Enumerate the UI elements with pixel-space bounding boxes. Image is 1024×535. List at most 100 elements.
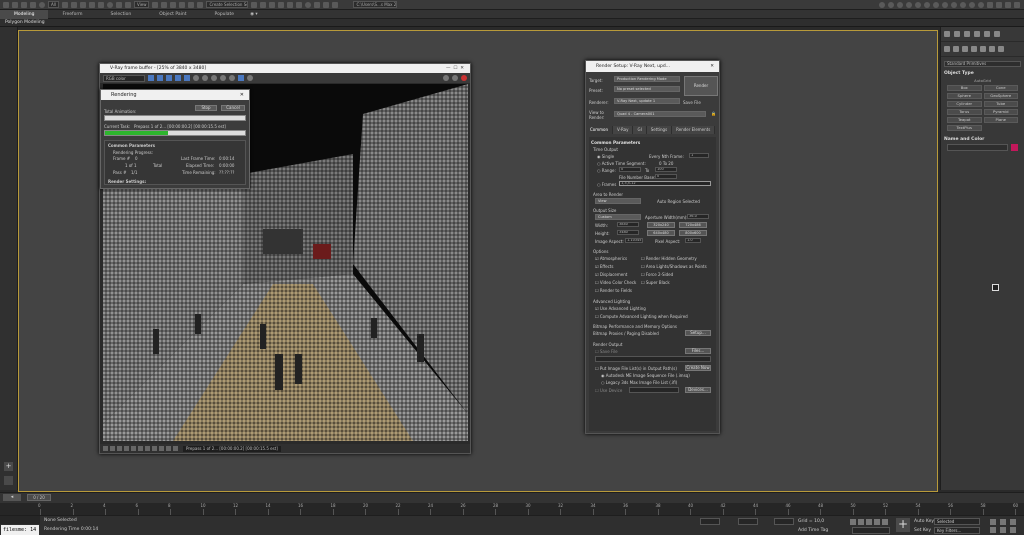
window-crossing-icon[interactable] (88, 1, 95, 8)
helpers-icon[interactable] (980, 46, 986, 52)
save-file-output-checkbox[interactable]: ☐ Save File (595, 349, 618, 354)
motion-tab-icon[interactable] (974, 31, 980, 37)
auto-key-button[interactable]: Auto Key (914, 519, 934, 524)
prev-frame-icon[interactable]: ◂ (3, 494, 21, 501)
use-device-checkbox[interactable]: ☐ Use Device (595, 388, 622, 393)
width-field[interactable]: 3840 (617, 222, 639, 227)
polygon-modeling-label[interactable]: Polygon Modeling (5, 20, 45, 25)
area-dropdown[interactable]: View (595, 198, 641, 204)
play-icon[interactable] (866, 519, 872, 525)
put-image-file-list-checkbox[interactable]: ☐ Put Image File List(s) in Output Path(… (595, 366, 677, 371)
vfb-window-controls[interactable]: — ☐ ✕ (446, 64, 464, 73)
vray-env-icon[interactable] (996, 1, 1002, 8)
every-nth-field[interactable]: 1 (689, 153, 709, 158)
render-settings-label[interactable]: Render Settings: (108, 179, 146, 184)
tab-vray[interactable]: V-Ray (613, 126, 634, 134)
displacement-checkbox[interactable]: ☑ Displacement (595, 272, 627, 277)
save-file-checkbox[interactable]: Save File (683, 100, 701, 105)
spacewarps-icon[interactable] (989, 46, 995, 52)
goto-start-icon[interactable] (850, 519, 856, 525)
range-from-field[interactable]: 0 (619, 167, 641, 172)
next-key-icon[interactable] (874, 519, 880, 525)
rotate-icon[interactable] (106, 1, 113, 8)
atmospherics-checkbox[interactable]: ☑ Atmospherics (595, 256, 627, 261)
stop-button[interactable]: Stop (195, 105, 217, 111)
effects-checkbox[interactable]: ☑ Effects (595, 264, 613, 269)
vray-sun-icon[interactable] (888, 1, 894, 8)
layer-filter-dropdown[interactable]: All (48, 1, 59, 8)
goto-end-icon[interactable] (882, 519, 888, 525)
primitive-category-dropdown[interactable]: Standard Primitives (944, 61, 1021, 67)
fov-icon[interactable] (990, 527, 996, 533)
object-type-button[interactable]: Teapot (947, 117, 982, 123)
vray-mesh-icon[interactable] (951, 1, 957, 8)
super-black-checkbox[interactable]: ☐ Super Black (641, 280, 670, 285)
autodesk-imsq-radio[interactable]: ◉ Autodesk ME Image Sequence File (.imsq… (601, 373, 690, 378)
vfb-render-icon[interactable] (238, 75, 244, 81)
move-icon[interactable] (97, 1, 104, 8)
vray-fb-icon[interactable] (969, 1, 975, 8)
target-dropdown[interactable]: Production Rendering Mode (614, 76, 680, 82)
devices-button[interactable]: Devices... (685, 387, 711, 393)
vfb-blue-channel-icon[interactable] (184, 75, 190, 81)
vfb-status-icon-2[interactable] (110, 446, 115, 451)
render-to-fields-checkbox[interactable]: ☐ Render to Fields (595, 288, 632, 293)
vray-light-icon[interactable] (879, 1, 885, 8)
layer-explorer-icon[interactable] (269, 1, 276, 8)
render-setup-icon[interactable] (314, 1, 321, 8)
time-slider[interactable]: 0 / 20 (27, 494, 51, 501)
snap-icon[interactable] (161, 1, 168, 8)
aperture-field[interactable]: 36.0 (687, 214, 709, 219)
select-object-icon[interactable] (61, 1, 68, 8)
video-color-check-checkbox[interactable]: ☐ Video Color Check (595, 280, 636, 285)
vfb-correction-icon[interactable] (452, 75, 458, 81)
vfb-green-channel-icon[interactable] (175, 75, 181, 81)
vray-settings-icon[interactable] (987, 1, 993, 8)
object-type-button[interactable]: Cylinder (947, 101, 982, 107)
force-2-sided-checkbox[interactable]: ☐ Force 2-Sided (641, 272, 673, 277)
x-coord-field[interactable] (700, 518, 720, 525)
percent-snap-icon[interactable] (179, 1, 186, 8)
vfb-channel-dropdown[interactable]: RGB color (103, 74, 145, 82)
lock-view-icon[interactable]: 🔒 (711, 111, 716, 116)
preset-dropdown[interactable]: No preset selected (614, 86, 680, 92)
systems-icon[interactable] (998, 46, 1004, 52)
vfb-status-icon-3[interactable] (117, 446, 122, 451)
file-number-base-field[interactable]: 0 (655, 174, 677, 179)
tab-populate[interactable]: Populate (201, 10, 249, 19)
vfb-status-icon-11[interactable] (173, 446, 178, 451)
pixel-aspect-field[interactable]: 1.0 (685, 238, 701, 243)
scale-icon[interactable] (115, 1, 122, 8)
output-path-field[interactable] (595, 356, 711, 362)
create-now-button[interactable]: Create Now (685, 365, 711, 371)
vfb-track-mouse-icon[interactable] (211, 75, 217, 81)
vfb-lens-icon[interactable] (247, 75, 253, 81)
vfb-status-icon-10[interactable] (166, 446, 171, 451)
set-key-button[interactable]: Set Key (914, 528, 931, 533)
vfb-alpha-icon[interactable] (193, 75, 199, 81)
object-type-button[interactable]: Pyramid (983, 109, 1018, 115)
vray-dome-icon[interactable] (897, 1, 903, 8)
z-coord-field[interactable] (774, 518, 794, 525)
tab-selection[interactable]: Selection (97, 10, 146, 19)
tab-gi[interactable]: GI (633, 126, 647, 134)
cancel-button[interactable]: Cancel (221, 105, 245, 111)
device-field[interactable] (629, 387, 679, 393)
hierarchy-tab-icon[interactable] (964, 31, 970, 37)
vfb-status-icon-7[interactable] (145, 446, 150, 451)
object-type-button[interactable]: Sphere (947, 93, 982, 99)
spinner-snap-icon[interactable] (188, 1, 195, 8)
vray-camera-icon[interactable] (960, 1, 966, 8)
orbit-icon[interactable] (1010, 527, 1016, 533)
add-viewport-icon[interactable]: + (4, 462, 13, 471)
ribbon-options-icon[interactable]: ◉ ▾ (248, 10, 260, 19)
set-key-plus-icon[interactable]: + (896, 518, 910, 532)
y-coord-field[interactable] (738, 518, 758, 525)
pivot-icon[interactable] (152, 1, 159, 8)
area-lights-checkbox[interactable]: ☐ Area Lights/Shadows as Points (641, 264, 707, 269)
render-hidden-checkbox[interactable]: ☐ Render Hidden Geometry (641, 256, 697, 261)
schematic-view-icon[interactable] (296, 1, 303, 8)
maxscript-listener-top[interactable] (0, 516, 40, 524)
vfb-red-channel-icon[interactable] (166, 75, 172, 81)
vray-fur-icon[interactable] (924, 1, 930, 8)
